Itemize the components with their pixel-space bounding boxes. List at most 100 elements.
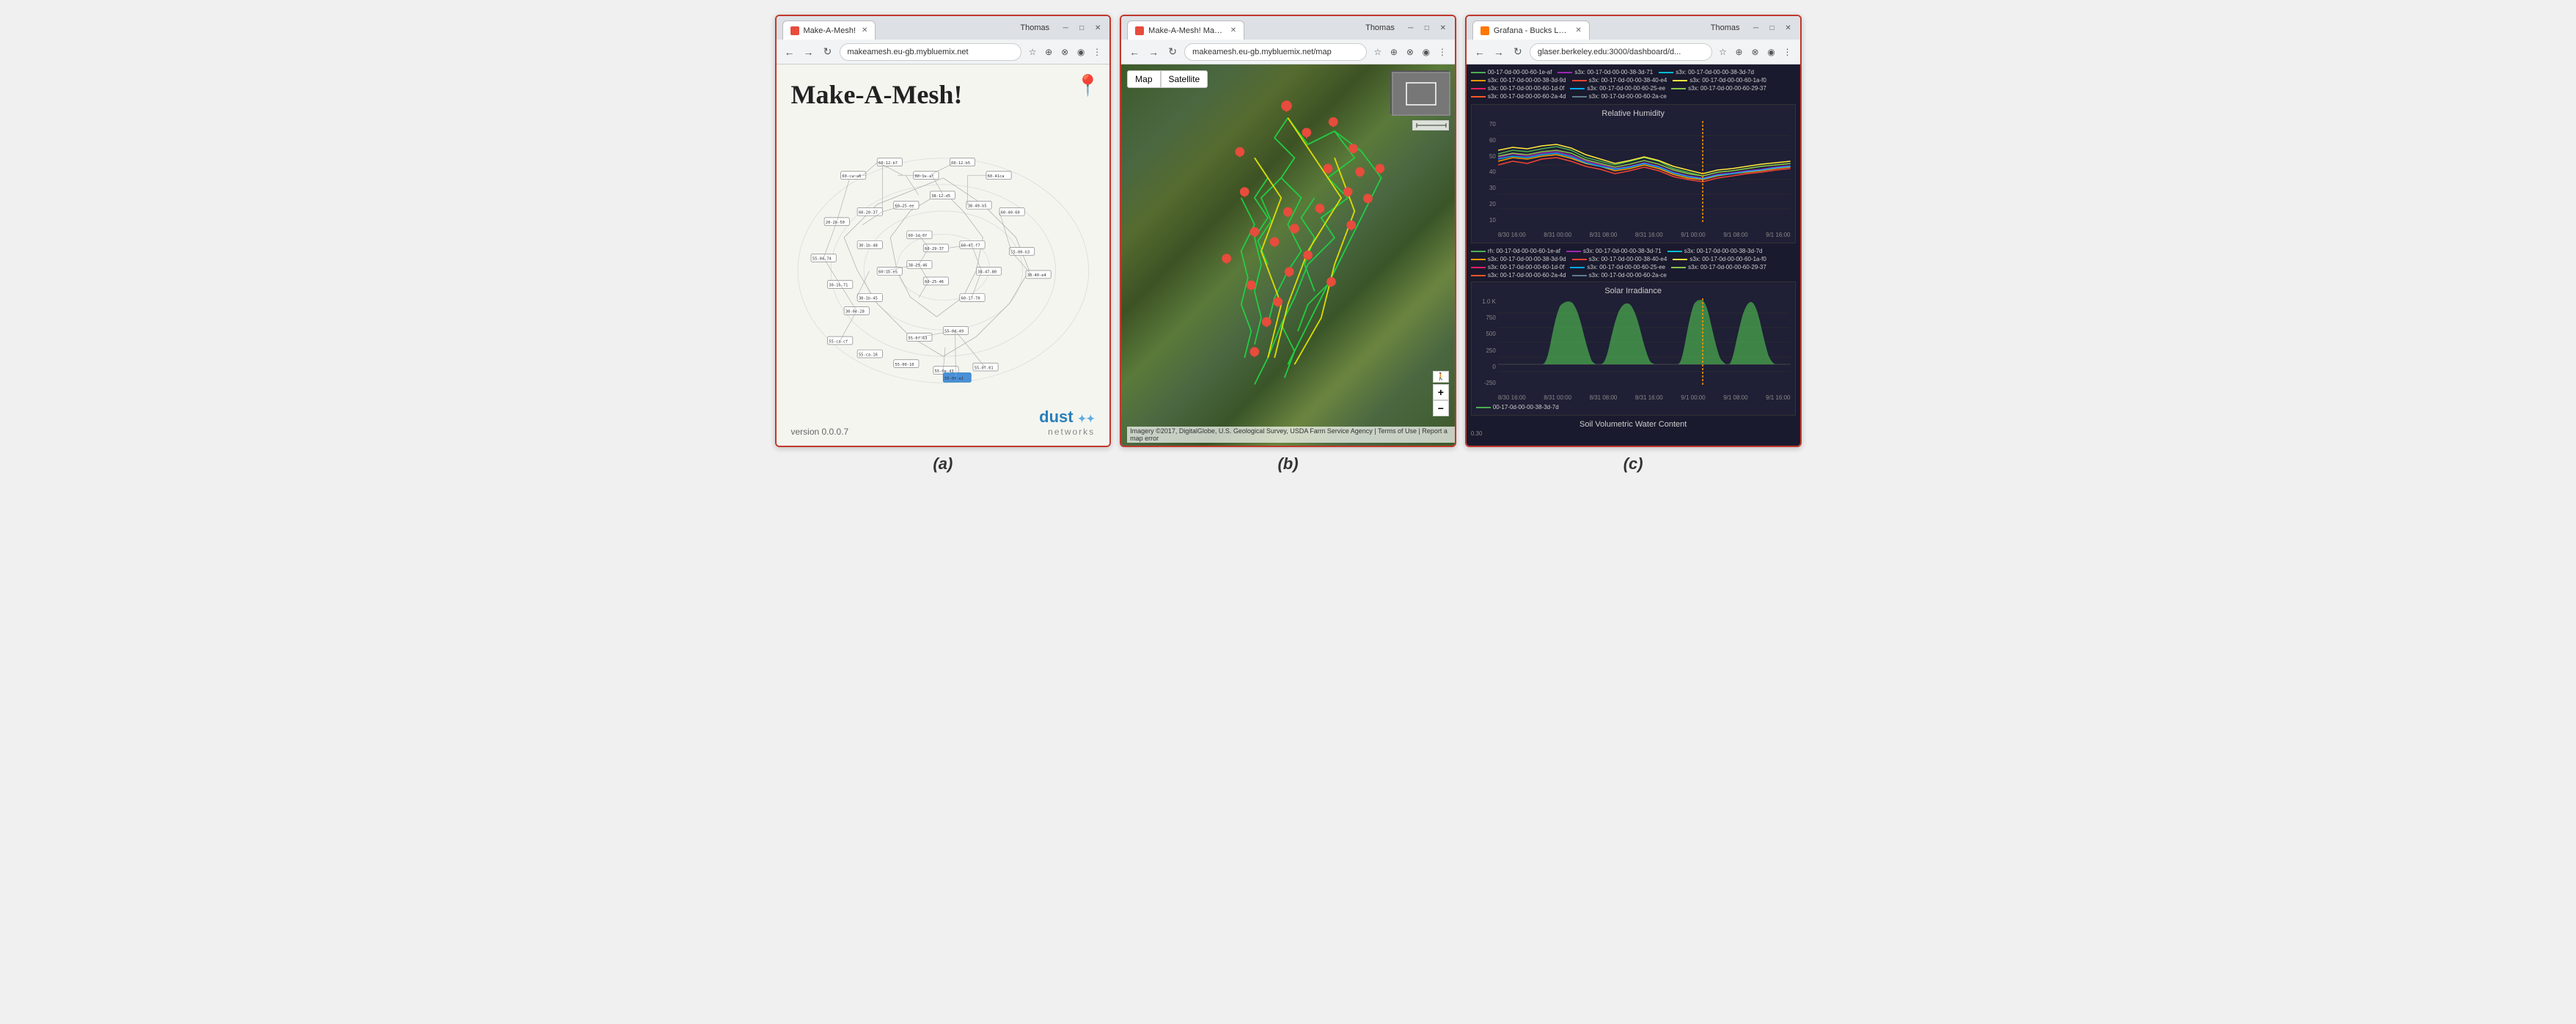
legend-label-6: s3x: 00-17-0d-00-00-60-1d-0f [1488,85,1565,92]
minimize-btn-a[interactable]: ─ [1060,22,1071,34]
svg-text:55-00-10: 55-00-10 [895,363,914,367]
forward-btn-a[interactable]: → [801,46,816,58]
zoom-in-btn[interactable]: + [1433,384,1449,400]
legend-color-9 [1471,96,1486,97]
close-btn-a[interactable]: ✕ [1092,22,1104,34]
maximize-btn-c[interactable]: □ [1766,22,1778,34]
bookmark-icon-c[interactable]: ☆ [1717,45,1730,59]
minimize-btn-b[interactable]: ─ [1405,22,1417,34]
humidity-chart-title: Relative Humidity [1476,109,1791,118]
map-background: Map Satellite [1121,65,1455,446]
forward-btn-c[interactable]: → [1491,46,1506,58]
maximize-btn-a[interactable]: □ [1076,22,1087,34]
svg-text:60-41ca: 60-41ca [987,174,1004,179]
svg-text:55-04-74: 55-04-74 [812,257,831,262]
ext-icon-c1[interactable]: ⊕ [1733,45,1746,59]
svg-text:60-12-b7: 60-12-b7 [878,161,897,166]
x-label-1: 8/31 00:00 [1544,232,1571,238]
window-c-wrapper: Grafana - Bucks Lake ✕ Thomas ─ □ ✕ ← → … [1465,15,1802,474]
legend-mid-2: s3x: 00-17-0d-00-00-38-3d-7d [1667,248,1763,254]
legend-mid-4: s3x: 00-17-0d-00-00-38-40-e4 [1572,256,1667,262]
ext-icon-b3[interactable]: ◉ [1420,45,1433,59]
svg-text:30-1b-71: 30-1b-71 [829,284,848,288]
tab-a[interactable]: Make-A-Mesh! ✕ [782,21,876,40]
url-box-a[interactable]: makeamesh.eu-gb.mybluemix.net [840,43,1022,61]
tab-close-a[interactable]: ✕ [862,26,867,34]
forward-btn-b[interactable]: → [1146,46,1161,58]
ext-icon-b1[interactable]: ⊕ [1387,45,1401,59]
bookmark-icon-a[interactable]: ☆ [1026,45,1039,59]
humidity-y-axis: 70 60 50 40 30 20 10 [1476,121,1498,224]
svg-text:55-0f-01: 55-0f-01 [974,366,993,370]
legend-mid-label-8: s3x: 00-17-0d-00-00-60-29-37 [1688,264,1766,270]
refresh-btn-b[interactable]: ↻ [1165,45,1180,58]
ext-icon-c2[interactable]: ⊗ [1749,45,1762,59]
svg-text:60-1b-e5: 60-1b-e5 [878,270,897,275]
menu-icon-c[interactable]: ⋮ [1781,45,1794,59]
bookmark-icon-b[interactable]: ☆ [1371,45,1384,59]
solar-x-3: 8/31 16:00 [1635,394,1663,401]
map-view-btn[interactable]: Map [1127,70,1160,88]
close-btn-b[interactable]: ✕ [1437,22,1449,34]
ext-icon-b2[interactable]: ⊗ [1403,45,1417,59]
ext-icon-3[interactable]: ◉ [1074,45,1087,59]
tab-b[interactable]: Make-A-Mesh! Map - 3t... ✕ [1127,21,1244,40]
svg-text:55-ca-cf: 55-ca-cf [829,339,848,344]
title-bar-a: Make-A-Mesh! ✕ Thomas ─ □ ✕ [777,16,1110,40]
browser-window-b: Make-A-Mesh! Map - 3t... ✕ Thomas ─ □ ✕ … [1120,15,1456,447]
close-btn-c[interactable]: ✕ [1783,22,1794,34]
legend-item-5: s3x: 00-17-0d-00-00-60-1a-f0 [1673,77,1766,84]
refresh-btn-a[interactable]: ↻ [821,45,835,58]
map-footer: Imagery ©2017, DigitalGlobe, U.S. Geolog… [1127,427,1455,443]
address-bar-b: ← → ↻ makeamesh.eu-gb.mybluemix.net/map … [1121,40,1455,65]
solar-x-4: 9/1 00:00 [1681,394,1705,401]
satellite-view-btn[interactable]: Satellite [1161,70,1208,88]
back-btn-a[interactable]: ← [782,46,797,58]
legend-mid-3: s3x: 00-17-0d-00-00-38-3d-9d [1471,256,1566,262]
legend-item-9: s3x: 00-17-0d-00-00-60-2a-4d [1471,93,1566,100]
legend-color-5 [1673,80,1687,81]
menu-icon-b[interactable]: ⋮ [1436,45,1449,59]
legend-mid-label-0: rh: 00-17-0d-00-00-60-1e-af [1488,248,1560,254]
tab-c[interactable]: Grafana - Bucks Lake ✕ [1472,21,1590,40]
legend-mid-color-4 [1572,259,1587,260]
svg-text:38-12-d5: 38-12-d5 [931,194,950,199]
title-bar-c: Grafana - Bucks Lake ✕ Thomas ─ □ ✕ [1467,16,1800,40]
legend-item-7: s3x: 00-17-0d-00-00-60-25-ee [1570,85,1665,92]
url-box-b[interactable]: makeamesh.eu-gb.mybluemix.net/map [1184,43,1367,61]
window-b-wrapper: Make-A-Mesh! Map - 3t... ✕ Thomas ─ □ ✕ … [1120,15,1456,474]
map-page: Map Satellite [1121,65,1455,446]
maximize-btn-b[interactable]: □ [1421,22,1433,34]
menu-icon-a[interactable]: ⋮ [1090,45,1104,59]
legend-color-7 [1570,88,1585,89]
legend-mid-color-3 [1471,259,1486,260]
ext-icon-1[interactable]: ⊕ [1042,45,1055,59]
back-btn-c[interactable]: ← [1472,46,1487,58]
y-label-70: 70 [1489,121,1496,128]
tab-close-b[interactable]: ✕ [1230,26,1236,34]
window-controls-c: Thomas ─ □ ✕ [1711,22,1794,34]
tab-strip-c: Grafana - Bucks Lake ✕ [1472,16,1590,40]
window-a-wrapper: Make-A-Mesh! ✕ Thomas ─ □ ✕ ← → ↻ makeam… [775,15,1112,474]
svg-text:60-ca-a6: 60-ca-a6 [842,174,861,179]
tab-close-c[interactable]: ✕ [1575,26,1581,34]
user-name-c: Thomas [1711,23,1740,32]
legend-mid-label-5: s3x: 00-17-0d-00-00-60-1a-f0 [1689,256,1766,262]
minimize-btn-c[interactable]: ─ [1750,22,1762,34]
legend-mid-8: s3x: 00-17-0d-00-00-60-29-37 [1671,264,1766,270]
solar-chart-panel: Solar Irradiance 1.0 K 750 500 250 0 -25… [1471,281,1796,416]
refresh-btn-c[interactable]: ↻ [1511,45,1525,58]
map-paths-svg [1121,65,1455,411]
url-box-c[interactable]: glaser.berkeley.edu:3000/dashboard/d... [1530,43,1712,61]
solar-x-2: 8/31 08:00 [1590,394,1618,401]
zoom-out-btn[interactable]: − [1433,400,1449,416]
legend-label-7: s3x: 00-17-0d-00-00-60-25-ee [1587,85,1665,92]
legend-label-2: s3x: 00-17-0d-00-00-38-3d-7d [1676,69,1754,75]
ext-icon-c3[interactable]: ◉ [1765,45,1778,59]
back-btn-b[interactable]: ← [1127,46,1142,58]
legend-item-10: s3x: 00-17-0d-00-00-60-2a-ce [1572,93,1667,100]
ext-icon-2[interactable]: ⊗ [1058,45,1071,59]
legend-label-5: s3x: 00-17-0d-00-00-60-1a-f0 [1689,77,1766,84]
pegman-icon[interactable]: 🚶 [1433,371,1449,383]
grafana-legend-top: 00-17-0d-00-00-60-1e-af s3x: 00-17-0d-00… [1471,69,1796,100]
